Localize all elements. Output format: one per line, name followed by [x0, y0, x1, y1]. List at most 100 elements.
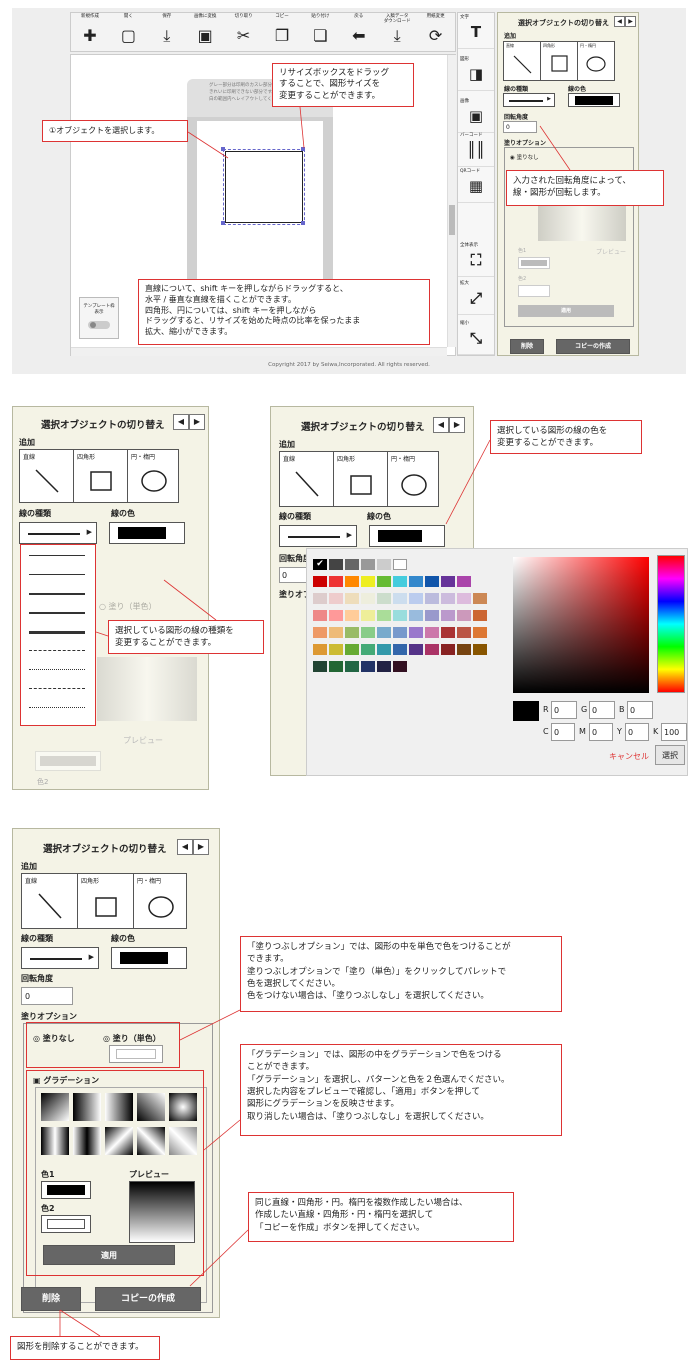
color-swatch[interactable] [393, 610, 407, 621]
toolbar-button[interactable]: 保存 ⤓ [148, 13, 186, 51]
apply-button[interactable]: 適用 [518, 305, 614, 317]
vertical-scrollbar[interactable] [447, 55, 456, 347]
color-swatch[interactable] [345, 610, 359, 621]
color-swatch[interactable] [361, 627, 375, 638]
color-swatch[interactable] [473, 627, 487, 638]
fill-none-radio[interactable]: ◉ 塗りなし [510, 153, 539, 161]
side-tool-button[interactable]: 文字 T [458, 13, 494, 49]
side-tool-button[interactable]: 図形 ◨ [458, 55, 494, 91]
picker-cancel-link[interactable]: キャンセル [609, 751, 649, 762]
toolbar-button[interactable]: 切り取り ✂ [225, 13, 263, 51]
side-tool-button[interactable]: 縮小 ⤡ [458, 319, 494, 355]
line-type-option[interactable] [29, 593, 85, 595]
line-color-swatch[interactable] [111, 947, 187, 969]
shape-line-button[interactable]: 直線 [280, 452, 334, 506]
color-swatch[interactable] [377, 576, 391, 587]
color-swatch[interactable] [313, 661, 327, 672]
toolbar-button[interactable]: 新規作成 ✚ [71, 13, 109, 51]
color-swatch[interactable] [441, 627, 455, 638]
line-color-swatch[interactable] [568, 93, 620, 107]
color-swatch[interactable] [457, 593, 471, 604]
rotation-input[interactable]: 0 [503, 121, 537, 133]
color-swatch[interactable] [361, 593, 375, 604]
side-tool-button[interactable]: 拡大 ⤢ [458, 279, 494, 315]
color-swatch[interactable] [409, 627, 423, 638]
color-swatch[interactable] [313, 627, 327, 638]
color-swatch[interactable] [441, 593, 455, 604]
color-swatch[interactable] [345, 593, 359, 604]
shape-circle-button[interactable]: 円・楕円 [578, 42, 615, 80]
side-tool-button[interactable]: QRコード ▦ [458, 167, 494, 203]
color-swatch[interactable] [313, 644, 327, 655]
color-swatch[interactable] [377, 559, 391, 570]
shape-rect-button[interactable]: 四角形 [541, 42, 578, 80]
resize-handle[interactable] [301, 147, 305, 151]
resize-handle[interactable] [301, 221, 305, 225]
line-type-option[interactable] [29, 574, 85, 575]
color-swatch[interactable] [345, 661, 359, 672]
color-swatch[interactable] [457, 610, 471, 621]
next-object-button[interactable]: ▶ [449, 417, 465, 433]
color-swatch[interactable] [441, 576, 455, 587]
next-object-button[interactable]: ▶ [625, 16, 636, 27]
line-type-select[interactable]: ▶ [19, 522, 97, 544]
color-swatch[interactable] [393, 661, 407, 672]
color-swatch[interactable] [393, 627, 407, 638]
fill-solid-radio[interactable]: ○ 塗り（単色） [99, 601, 157, 612]
color-swatch[interactable] [377, 593, 391, 604]
color-swatch[interactable] [377, 610, 391, 621]
shape-rect-button[interactable]: 四角形 [334, 452, 388, 506]
line-type-option[interactable] [29, 688, 85, 689]
color-swatch[interactable] [441, 644, 455, 655]
color-swatch[interactable] [473, 644, 487, 655]
line-type-select[interactable]: ▶ [503, 93, 555, 107]
shape-circle-button[interactable]: 円・楕円 [128, 450, 180, 502]
shape-line-button[interactable]: 直線 [22, 874, 78, 928]
color-swatch[interactable] [457, 644, 471, 655]
color-swatch[interactable] [393, 593, 407, 604]
color-swatch[interactable] [313, 593, 327, 604]
line-type-select[interactable]: ▶ [279, 525, 357, 547]
color1-swatch[interactable] [518, 257, 550, 269]
color-swatch[interactable] [313, 576, 327, 587]
next-object-button[interactable]: ▶ [189, 414, 205, 430]
color-swatch[interactable] [393, 559, 407, 570]
color-swatch[interactable] [361, 559, 375, 570]
color-swatch[interactable] [393, 644, 407, 655]
saturation-value-area[interactable] [513, 557, 649, 693]
toolbar-button[interactable]: 貼り付け ❏ [301, 13, 339, 51]
color-swatch[interactable] [361, 661, 375, 672]
color-swatch[interactable] [457, 576, 471, 587]
line-type-option[interactable] [29, 555, 85, 556]
toolbar-button[interactable]: 戻る ⬅ [340, 13, 378, 51]
color-swatch[interactable] [425, 627, 439, 638]
line-type-option[interactable] [29, 707, 85, 708]
color2-swatch[interactable] [518, 285, 550, 297]
delete-button[interactable]: 削除 [510, 339, 544, 354]
resize-handle[interactable] [221, 147, 225, 151]
color-swatch[interactable] [425, 576, 439, 587]
shape-rect-button[interactable]: 四角形 [74, 450, 128, 502]
line-type-option[interactable] [29, 669, 85, 670]
color-swatch[interactable] [329, 627, 343, 638]
shape-circle-button[interactable]: 円・楕円 [388, 452, 440, 506]
rotation-input[interactable]: 0 [21, 987, 73, 1005]
horizontal-scrollbar[interactable] [71, 347, 447, 356]
color-swatch[interactable] [409, 593, 423, 604]
line-color-swatch[interactable] [109, 522, 185, 544]
c-input[interactable]: 0 [551, 723, 575, 741]
color1-swatch-faded[interactable] [35, 751, 101, 771]
color-swatch[interactable] [313, 610, 327, 621]
b-input[interactable]: 0 [627, 701, 653, 719]
toolbar-button[interactable]: コピー ❐ [263, 13, 301, 51]
prev-object-button[interactable]: ◀ [433, 417, 449, 433]
color-swatch[interactable] [457, 627, 471, 638]
line-color-swatch[interactable] [369, 525, 445, 547]
g-input[interactable]: 0 [589, 701, 615, 719]
resize-handle[interactable] [221, 221, 225, 225]
side-tool-button[interactable]: 画像 ▣ [458, 97, 494, 133]
prev-object-button[interactable]: ◀ [177, 839, 193, 855]
line-type-option[interactable] [29, 631, 85, 634]
line-type-option[interactable] [29, 650, 85, 651]
color-swatch[interactable] [425, 644, 439, 655]
